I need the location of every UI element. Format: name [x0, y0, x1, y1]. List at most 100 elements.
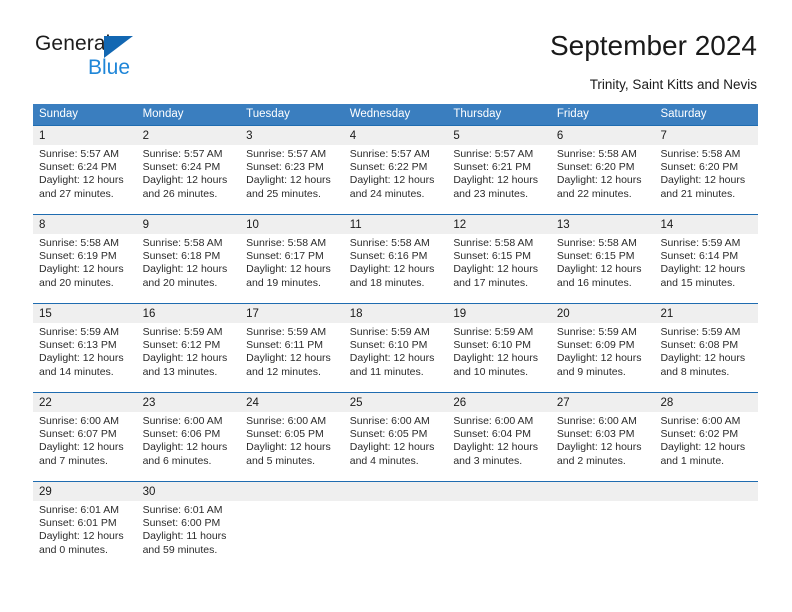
daylight-text-line2: and 59 minutes.: [142, 543, 218, 556]
sunset-text: Sunset: 6:15 PM: [453, 250, 531, 263]
day-cell[interactable]: 4 Sunrise: 5:57 AM Sunset: 6:22 PM Dayli…: [343, 126, 448, 214]
daylight-text-line2: and 23 minutes.: [453, 187, 529, 200]
day-number: 18: [349, 308, 363, 320]
daylight-text-line2: and 0 minutes.: [39, 543, 108, 556]
day-details: Sunrise: 5:58 AM Sunset: 6:20 PM Dayligh…: [654, 145, 758, 201]
day-details: Sunrise: 5:58 AM Sunset: 6:17 PM Dayligh…: [240, 234, 344, 290]
daylight-text-line2: and 25 minutes.: [246, 187, 321, 200]
daylight-text-line2: and 21 minutes.: [660, 187, 736, 200]
day-number-band: 16: [136, 304, 241, 323]
page-title: September 2024: [549, 30, 757, 61]
weekday-header-monday: Monday: [142, 108, 184, 120]
daylight-text-line1: Daylight: 12 hours: [349, 174, 435, 187]
day-number: 28: [660, 397, 674, 409]
daylight-text-line2: and 11 minutes.: [349, 365, 424, 378]
day-number: 6: [556, 130, 564, 142]
day-cell[interactable]: 29 Sunrise: 6:01 AM Sunset: 6:01 PM Dayl…: [33, 482, 137, 570]
sunrise-text: Sunrise: 6:00 AM: [660, 415, 741, 427]
day-cell[interactable]: 24 Sunrise: 6:00 AM Sunset: 6:05 PM Dayl…: [240, 393, 344, 481]
day-cell[interactable]: 20 Sunrise: 5:59 AM Sunset: 6:09 PM Dayl…: [550, 304, 655, 392]
day-number: 10: [246, 219, 259, 231]
day-cell[interactable]: 7 Sunrise: 5:58 AM Sunset: 6:20 PM Dayli…: [654, 126, 759, 214]
daylight-text-line1: Daylight: 12 hours: [246, 263, 331, 276]
day-number: 5: [453, 130, 460, 142]
week-row: 15 Sunrise: 5:59 AM Sunset: 6:13 PM Dayl…: [33, 303, 759, 392]
day-cell[interactable]: 10 Sunrise: 5:58 AM Sunset: 6:17 PM Dayl…: [240, 215, 344, 303]
day-cell-empty: [550, 482, 655, 570]
day-cell[interactable]: 12 Sunrise: 5:58 AM Sunset: 6:15 PM Dayl…: [447, 215, 551, 303]
day-details: Sunrise: 6:00 AM Sunset: 6:04 PM Dayligh…: [447, 412, 551, 468]
day-number: 9: [142, 219, 149, 231]
sunrise-text: Sunrise: 5:57 AM: [246, 148, 327, 160]
day-details: Sunrise: 5:58 AM Sunset: 6:20 PM Dayligh…: [551, 145, 655, 201]
day-cell[interactable]: 14 Sunrise: 5:59 AM Sunset: 6:14 PM Dayl…: [654, 215, 759, 303]
daylight-text-line2: and 10 minutes.: [453, 365, 529, 378]
day-cell[interactable]: 17 Sunrise: 5:59 AM Sunset: 6:11 PM Dayl…: [240, 304, 344, 392]
day-number-band: 5: [447, 126, 551, 145]
sunrise-text: Sunrise: 5:59 AM: [142, 326, 223, 338]
day-cell-empty: [654, 482, 759, 570]
daylight-text-line1: Daylight: 12 hours: [349, 441, 435, 454]
sunset-text: Sunset: 6:24 PM: [142, 161, 221, 174]
calendar-page: General Blue September 2024 Trinity, Sai…: [0, 0, 792, 612]
sunset-text: Sunset: 6:20 PM: [556, 161, 635, 174]
day-cell[interactable]: 5 Sunrise: 5:57 AM Sunset: 6:21 PM Dayli…: [447, 126, 551, 214]
day-number: 25: [349, 397, 363, 409]
day-cell[interactable]: 18 Sunrise: 5:59 AM Sunset: 6:10 PM Dayl…: [343, 304, 448, 392]
daylight-text-line2: and 5 minutes.: [246, 454, 316, 467]
day-cell[interactable]: 26 Sunrise: 6:00 AM Sunset: 6:04 PM Dayl…: [447, 393, 551, 481]
daylight-text-line2: and 14 minutes.: [39, 365, 114, 378]
day-details: Sunrise: 5:59 AM Sunset: 6:13 PM Dayligh…: [33, 323, 137, 379]
daylight-text-line1: Daylight: 12 hours: [246, 441, 331, 454]
sunset-text: Sunset: 6:22 PM: [349, 161, 428, 174]
daylight-text-line1: Daylight: 12 hours: [142, 263, 228, 276]
daylight-text-line1: Daylight: 12 hours: [349, 263, 435, 276]
day-number: 19: [453, 308, 467, 320]
day-cell[interactable]: 1 Sunrise: 5:57 AM Sunset: 6:24 PM Dayli…: [33, 126, 137, 214]
daylight-text-line1: Daylight: 12 hours: [556, 174, 642, 187]
day-cell[interactable]: 25 Sunrise: 6:00 AM Sunset: 6:05 PM Dayl…: [343, 393, 448, 481]
weekday-header-wednesday: Wednesday: [349, 108, 411, 120]
page-subtitle-location: Trinity, Saint Kitts and Nevis: [589, 77, 757, 92]
daylight-text-line2: and 9 minutes.: [556, 365, 626, 378]
day-cell[interactable]: 21 Sunrise: 5:59 AM Sunset: 6:08 PM Dayl…: [654, 304, 759, 392]
day-cell[interactable]: 28 Sunrise: 6:00 AM Sunset: 6:02 PM Dayl…: [654, 393, 759, 481]
day-cell-empty: [240, 482, 344, 570]
day-cell[interactable]: 13 Sunrise: 5:58 AM Sunset: 6:15 PM Dayl…: [550, 215, 655, 303]
day-cell-empty: [343, 482, 448, 570]
sunset-text: Sunset: 6:02 PM: [660, 428, 739, 441]
day-details: Sunrise: 6:00 AM Sunset: 6:03 PM Dayligh…: [551, 412, 655, 468]
day-cell[interactable]: 16 Sunrise: 5:59 AM Sunset: 6:12 PM Dayl…: [136, 304, 241, 392]
day-number: 2: [142, 130, 149, 142]
day-cell[interactable]: 8 Sunrise: 5:58 AM Sunset: 6:19 PM Dayli…: [33, 215, 137, 303]
day-details: Sunrise: 6:00 AM Sunset: 6:06 PM Dayligh…: [137, 412, 241, 468]
day-cell[interactable]: 27 Sunrise: 6:00 AM Sunset: 6:03 PM Dayl…: [550, 393, 655, 481]
day-number-band: 13: [550, 215, 655, 234]
daylight-text-line2: and 26 minutes.: [142, 187, 218, 200]
day-number: 12: [453, 219, 467, 231]
sunset-text: Sunset: 6:04 PM: [453, 428, 531, 441]
day-cell[interactable]: 11 Sunrise: 5:58 AM Sunset: 6:16 PM Dayl…: [343, 215, 448, 303]
day-cell[interactable]: 15 Sunrise: 5:59 AM Sunset: 6:13 PM Dayl…: [33, 304, 137, 392]
day-cell[interactable]: 22 Sunrise: 6:00 AM Sunset: 6:07 PM Dayl…: [33, 393, 137, 481]
daylight-text-line1: Daylight: 12 hours: [39, 174, 124, 187]
day-cell[interactable]: 30 Sunrise: 6:01 AM Sunset: 6:00 PM Dayl…: [136, 482, 241, 570]
day-cell[interactable]: 9 Sunrise: 5:58 AM Sunset: 6:18 PM Dayli…: [136, 215, 241, 303]
sunset-text: Sunset: 6:20 PM: [660, 161, 739, 174]
day-cell[interactable]: 3 Sunrise: 5:57 AM Sunset: 6:23 PM Dayli…: [240, 126, 344, 214]
day-cell[interactable]: 6 Sunrise: 5:58 AM Sunset: 6:20 PM Dayli…: [550, 126, 655, 214]
daylight-text-line1: Daylight: 12 hours: [246, 352, 331, 365]
sunset-text: Sunset: 6:01 PM: [39, 517, 117, 530]
daylight-text-line2: and 15 minutes.: [660, 276, 736, 289]
sunset-text: Sunset: 6:19 PM: [39, 250, 117, 263]
day-number: 22: [39, 397, 52, 409]
day-details: Sunrise: 5:58 AM Sunset: 6:16 PM Dayligh…: [344, 234, 448, 290]
day-cell[interactable]: 23 Sunrise: 6:00 AM Sunset: 6:06 PM Dayl…: [136, 393, 241, 481]
day-cell[interactable]: 19 Sunrise: 5:59 AM Sunset: 6:10 PM Dayl…: [447, 304, 551, 392]
sunset-text: Sunset: 6:05 PM: [246, 428, 324, 441]
day-cell[interactable]: 2 Sunrise: 5:57 AM Sunset: 6:24 PM Dayli…: [136, 126, 241, 214]
day-number-band: [343, 482, 448, 501]
day-number: 30: [142, 486, 156, 498]
day-details: Sunrise: 5:58 AM Sunset: 6:19 PM Dayligh…: [33, 234, 137, 290]
weekday-header-friday: Friday: [556, 108, 589, 120]
